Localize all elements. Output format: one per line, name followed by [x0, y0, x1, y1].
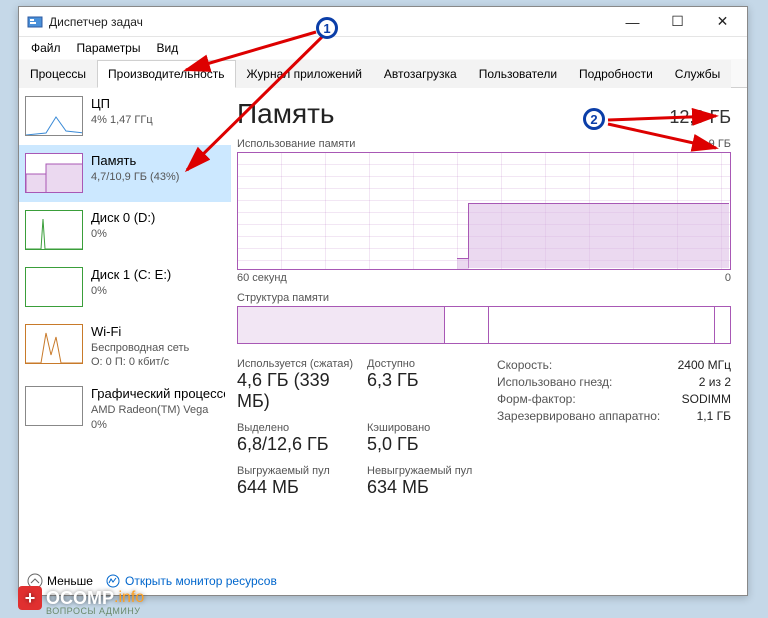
gpu-sub1: AMD Radeon(TM) Vega — [91, 403, 225, 417]
comp-in-use — [238, 307, 445, 343]
disk1-thumb — [25, 267, 83, 307]
disk0-thumb — [25, 210, 83, 250]
composition-label: Структура памяти — [237, 292, 731, 304]
gpu-thumb — [25, 386, 83, 426]
wifi-thumb — [25, 324, 83, 364]
tab-processes[interactable]: Процессы — [19, 60, 97, 88]
cached-value: 5,0 ГБ — [367, 434, 497, 455]
tabbar: Процессы Производительность Журнал прило… — [19, 59, 747, 88]
disk1-sub: 0% — [91, 284, 171, 298]
disk0-title: Диск 0 (D:) — [91, 210, 155, 227]
sidebar-item-wifi[interactable]: Wi-FiБеспроводная сетьО: 0 П: 0 кбит/с — [19, 316, 231, 378]
avail-value: 6,3 ГБ — [367, 370, 497, 391]
paged-value: 644 МБ — [237, 477, 367, 498]
comp-modified — [445, 307, 489, 343]
tab-users[interactable]: Пользователи — [468, 60, 568, 88]
commit-value: 6,8/12,6 ГБ — [237, 434, 367, 455]
hw-label: Зарезервировано аппаратно: — [497, 409, 660, 423]
menubar: Файл Параметры Вид — [19, 37, 747, 59]
tab-startup[interactable]: Автозагрузка — [373, 60, 468, 88]
hw-value: 1,1 ГБ — [697, 409, 731, 423]
sidebar-item-gpu[interactable]: Графический процессорAMD Radeon(TM) Vega… — [19, 378, 231, 440]
annotation-badge-2: 2 — [583, 108, 605, 130]
menu-options[interactable]: Параметры — [69, 39, 149, 57]
watermark-plus-icon: + — [18, 586, 42, 610]
memory-composition[interactable] — [237, 306, 731, 344]
disk0-sub: 0% — [91, 227, 155, 241]
tab-details[interactable]: Подробности — [568, 60, 664, 88]
graph-x-right: 0 — [725, 272, 731, 284]
annotation-arrow-1b — [175, 30, 345, 180]
content-area: ЦП4% 1,47 ГГц Память4,7/10,9 ГБ (43%) Ди… — [19, 88, 747, 568]
titlebar[interactable]: Диспетчер задач — ☐ ✕ — [19, 7, 747, 37]
paged-label: Выгружаемый пул — [237, 465, 367, 477]
nonpaged-value: 634 МБ — [367, 477, 497, 498]
watermark-sub: ВОПРОСЫ АДМИНУ — [46, 606, 141, 616]
minimize-button[interactable]: — — [610, 7, 655, 36]
sidebar-item-disk0[interactable]: Диск 0 (D:)0% — [19, 202, 231, 259]
close-button[interactable]: ✕ — [700, 7, 745, 36]
cpu-title: ЦП — [91, 96, 153, 113]
gpu-title: Графический процессор — [91, 386, 225, 403]
stats: Используется (сжатая)4,6 ГБ (339 МБ) Дос… — [237, 358, 731, 508]
window-controls: — ☐ ✕ — [610, 7, 745, 36]
nonpaged-label: Невыгружаемый пул — [367, 465, 497, 477]
commit-label: Выделено — [237, 422, 367, 434]
menu-file[interactable]: Файл — [23, 39, 69, 57]
disk1-title: Диск 1 (C: E:) — [91, 267, 171, 284]
annotation-arrow-2b — [604, 120, 729, 156]
wifi-title: Wi-Fi — [91, 324, 189, 341]
wifi-sub2: О: 0 П: 0 кбит/с — [91, 355, 189, 369]
cpu-sub: 4% 1,47 ГГц — [91, 113, 153, 127]
speed-value: 2400 МГц — [678, 358, 731, 372]
in-use-label: Используется (сжатая) — [237, 358, 367, 370]
resource-monitor-label: Открыть монитор ресурсов — [125, 574, 277, 588]
wifi-sub1: Беспроводная сеть — [91, 341, 189, 355]
speed-label: Скорость: — [497, 358, 552, 372]
cached-label: Кэшировано — [367, 422, 497, 434]
app-icon — [27, 14, 43, 30]
task-manager-window: Диспетчер задач — ☐ ✕ Файл Параметры Вид… — [18, 6, 748, 596]
comp-free — [715, 307, 730, 343]
memory-title: Память — [91, 153, 179, 170]
memory-thumb — [25, 153, 83, 193]
comp-standby — [489, 307, 715, 343]
maximize-button[interactable]: ☐ — [655, 7, 700, 36]
cpu-thumb — [25, 96, 83, 136]
avail-label: Доступно — [367, 358, 497, 370]
memory-sub: 4,7/10,9 ГБ (43%) — [91, 170, 179, 184]
watermark-suffix: .info — [114, 589, 144, 607]
gpu-sub2: 0% — [91, 418, 225, 432]
tab-services[interactable]: Службы — [664, 60, 731, 88]
form-label: Форм-фактор: — [497, 392, 576, 406]
graph-x-left: 60 секунд — [237, 272, 287, 284]
slots-label: Использовано гнезд: — [497, 375, 612, 389]
sidebar-item-disk1[interactable]: Диск 1 (C: E:)0% — [19, 259, 231, 316]
annotation-badge-1: 1 — [316, 17, 338, 39]
graph-fill — [468, 203, 729, 268]
slots-value: 2 из 2 — [699, 375, 731, 389]
in-use-value: 4,6 ГБ (339 МБ) — [237, 370, 367, 412]
form-value: SODIMM — [682, 392, 731, 406]
